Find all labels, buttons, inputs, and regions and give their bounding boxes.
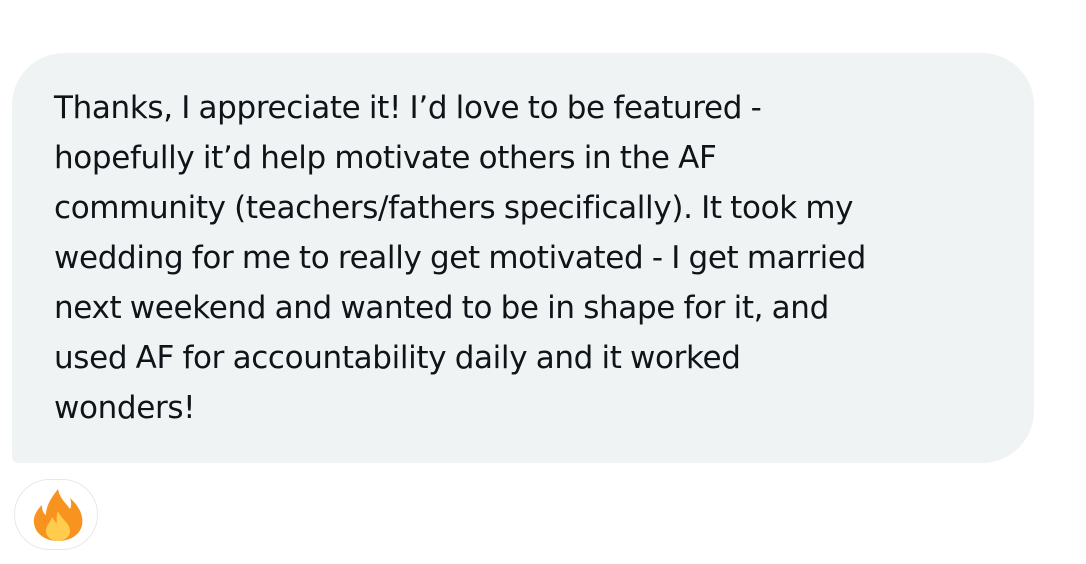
message-line: Thanks, I appreciate it! I’d love to be … [54, 90, 762, 126]
message-line: community (teachers/fathers specifically… [54, 190, 854, 226]
message-line: wedding for me to really get motivated -… [54, 240, 866, 276]
message-line: hopefully it’d help motivate others in t… [54, 140, 717, 176]
message-line: used AF for accountability daily and it … [54, 340, 741, 376]
message-line: wonders! [54, 390, 196, 426]
fire-emoji-icon [33, 489, 83, 541]
reaction-badge[interactable] [14, 479, 98, 550]
message-text: Thanks, I appreciate it! I’d love to be … [54, 83, 1014, 433]
message-line: next weekend and wanted to be in shape f… [54, 290, 829, 326]
dm-conversation: Thanks, I appreciate it! I’d love to be … [0, 0, 1086, 564]
